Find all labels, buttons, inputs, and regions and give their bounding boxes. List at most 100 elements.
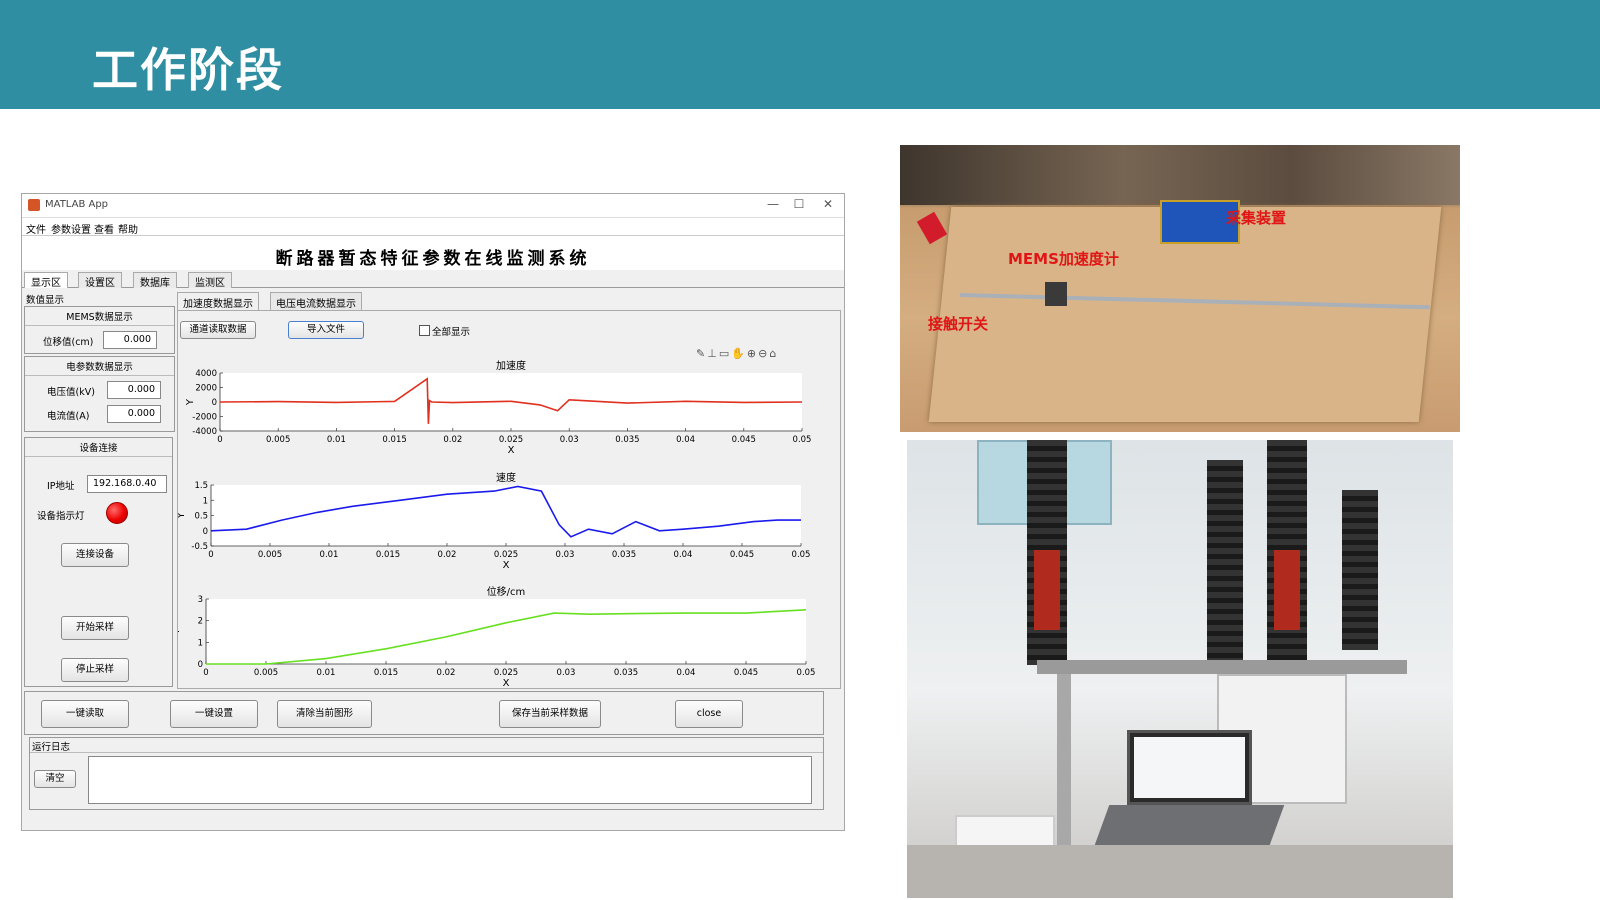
x-tick-label-0-7: 0.035 <box>615 435 639 445</box>
voltage-field[interactable]: 0.000 <box>107 381 161 399</box>
log-textarea[interactable] <box>88 756 812 804</box>
x-tick-label-0-6: 0.03 <box>560 435 579 445</box>
x-tick-label-0-5: 0.025 <box>499 435 523 445</box>
menu-file[interactable]: 文件 <box>26 221 46 236</box>
x-tick-label-1-0: 0 <box>208 550 213 560</box>
slide-title: 工作阶段 <box>92 43 284 97</box>
start-sampling-button[interactable]: 开始采样 <box>61 616 129 640</box>
x-tick-label-1-3: 0.015 <box>376 550 400 560</box>
minimize-button[interactable]: — <box>764 197 782 211</box>
laptop-screen <box>1127 730 1252 805</box>
close-window-button[interactable]: ✕ <box>819 197 837 211</box>
y-tick-label-1-2: 0.5 <box>194 512 208 522</box>
displacement-field[interactable]: 0.000 <box>103 331 157 349</box>
plot-panel: 通道读取数据 导入文件 全部显示 ✎⊥▭✋⊕⊖⌂ 加速度 0 0.005 0.01 0.… <box>177 310 841 689</box>
frame-leg-left <box>1057 674 1071 874</box>
label-mems-accelerometer: MEMS加速度计 <box>1008 250 1119 268</box>
subtab-voltage-current[interactable]: 电压电流数据显示 <box>270 292 362 310</box>
matlab-icon <box>28 199 40 211</box>
x-tick-label-2-0: 0 <box>203 668 208 678</box>
save-data-button[interactable]: 保存当前采样数据 <box>499 700 601 728</box>
x-tick-label-0-1: 0.005 <box>266 435 290 445</box>
x-tick-label-2-9: 0.045 <box>734 668 758 678</box>
menu-params[interactable]: 参数设置 <box>51 221 91 236</box>
charts-svg: 加速度 0 0.005 0.01 0.015 0.02 0.025 0.03 0.035 0.04… <box>178 359 816 689</box>
maximize-button[interactable]: ☐ <box>790 197 808 211</box>
y-tick-label-1-1: 1 <box>203 496 208 506</box>
x-tick-label-0-8: 0.04 <box>676 435 695 445</box>
plot-area: 加速度数据显示 电压电流数据显示 通道读取数据 导入文件 全部显示 ✎⊥▭✋⊕⊖… <box>177 292 842 689</box>
x-tick-label-1-1: 0.005 <box>258 550 282 560</box>
x-axis-label-2: X <box>503 678 510 689</box>
x-tick-label-2-10: 0.05 <box>797 668 816 678</box>
x-tick-label-0-4: 0.02 <box>443 435 462 445</box>
read-all-button[interactable]: 一键读取 <box>41 700 129 728</box>
y-tick-label-0-3: -2000 <box>192 413 217 423</box>
device-indicator-led <box>106 502 128 524</box>
chart-title-0: 加速度 <box>496 359 526 372</box>
mems-panel: MEMS数据显示 位移值(cm) 0.000 <box>24 306 175 354</box>
main-tabbar: 显示区 设置区 数据库 监测区 <box>22 270 844 289</box>
voltage-label: 电压值(kV) <box>47 387 95 398</box>
window-title: MATLAB App <box>45 199 109 210</box>
connection-panel-title: 设备连接 <box>25 438 172 457</box>
y-tick-label-1-0: 1.5 <box>194 481 208 491</box>
log-divider <box>30 752 823 753</box>
x-tick-label-1-9: 0.045 <box>730 550 754 560</box>
menu-view[interactable]: 查看 <box>94 221 114 236</box>
x-tick-label-2-1: 0.005 <box>254 668 278 678</box>
x-tick-label-0-3: 0.015 <box>382 435 406 445</box>
x-axis-label-0: X <box>508 445 515 456</box>
elec-panel: 电参数数据显示 电压值(kV) 0.000 电流值(A) 0.000 <box>24 356 175 432</box>
numeric-display-label: 数值显示 <box>26 295 65 306</box>
label-contact-switch: 接触开关 <box>928 315 989 333</box>
subtab-accel[interactable]: 加速度数据显示 <box>177 292 259 310</box>
tab-monitor[interactable]: 监测区 <box>188 272 232 289</box>
x-tick-label-1-7: 0.035 <box>612 550 636 560</box>
tab-display[interactable]: 显示区 <box>24 272 68 289</box>
y-axis-label-2: Y <box>178 628 182 636</box>
x-tick-label-2-6: 0.03 <box>557 668 576 678</box>
insulator-mid <box>1207 460 1243 665</box>
clear-log-button[interactable]: 清空 <box>34 770 76 788</box>
breaker-rig-photo <box>907 440 1453 898</box>
frame-top-bar <box>1037 660 1407 674</box>
connect-device-button[interactable]: 连接设备 <box>61 543 129 567</box>
menu-help[interactable]: 帮助 <box>118 221 138 236</box>
connection-panel: 设备连接 IP地址 192.168.0.40 设备指示灯 连接设备 开始采样 停… <box>24 437 173 687</box>
red-clip <box>916 211 948 245</box>
x-tick-label-0-9: 0.045 <box>732 435 756 445</box>
tab-database[interactable]: 数据库 <box>133 272 177 289</box>
y-axis-label-1: Y <box>178 512 187 520</box>
y-tick-label-0-1: 2000 <box>195 384 217 394</box>
tab-settings[interactable]: 设置区 <box>78 272 122 289</box>
close-button[interactable]: close <box>675 700 743 728</box>
y-tick-label-1-3: 0 <box>203 527 208 537</box>
title-banner: 工作阶段 <box>0 0 1600 109</box>
x-tick-label-0-10: 0.05 <box>793 435 812 445</box>
y-axis-label-0: Y <box>185 398 196 406</box>
laptop-keyboard <box>1094 805 1285 845</box>
x-tick-label-1-4: 0.02 <box>438 550 457 560</box>
current-label: 电流值(A) <box>47 411 90 422</box>
log-panel: 运行日志 清空 <box>29 737 824 810</box>
x-tick-label-1-2: 0.01 <box>320 550 339 560</box>
x-tick-label-2-8: 0.04 <box>677 668 696 678</box>
photo-background-wall <box>900 145 1460 205</box>
current-field[interactable]: 0.000 <box>107 405 161 423</box>
x-tick-label-2-3: 0.015 <box>374 668 398 678</box>
ip-field[interactable]: 192.168.0.40 <box>87 475 167 493</box>
action-bar: 一键读取 一键设置 清除当前图形 保存当前采样数据 close <box>24 691 824 735</box>
x-tick-label-0-2: 0.01 <box>327 435 346 445</box>
mems-sensor <box>1045 282 1067 306</box>
y-tick-label-2-0: 3 <box>198 595 203 605</box>
laptop-display <box>1134 737 1245 798</box>
menubar: 文件 参数设置 查看 帮助 <box>22 218 844 236</box>
chart-title-2: 位移/cm <box>487 585 526 598</box>
setup-all-button[interactable]: 一键设置 <box>170 700 258 728</box>
stop-sampling-button[interactable]: 停止采样 <box>61 658 129 682</box>
system-title: 断路器暂态特征参数在线监测系统 <box>22 236 844 270</box>
x-tick-label-2-7: 0.035 <box>614 668 638 678</box>
clear-figure-button[interactable]: 清除当前图形 <box>277 700 372 728</box>
matlab-app-window: MATLAB App — ☐ ✕ 文件 参数设置 查看 帮助 断路器暂态特征参数… <box>21 193 845 831</box>
